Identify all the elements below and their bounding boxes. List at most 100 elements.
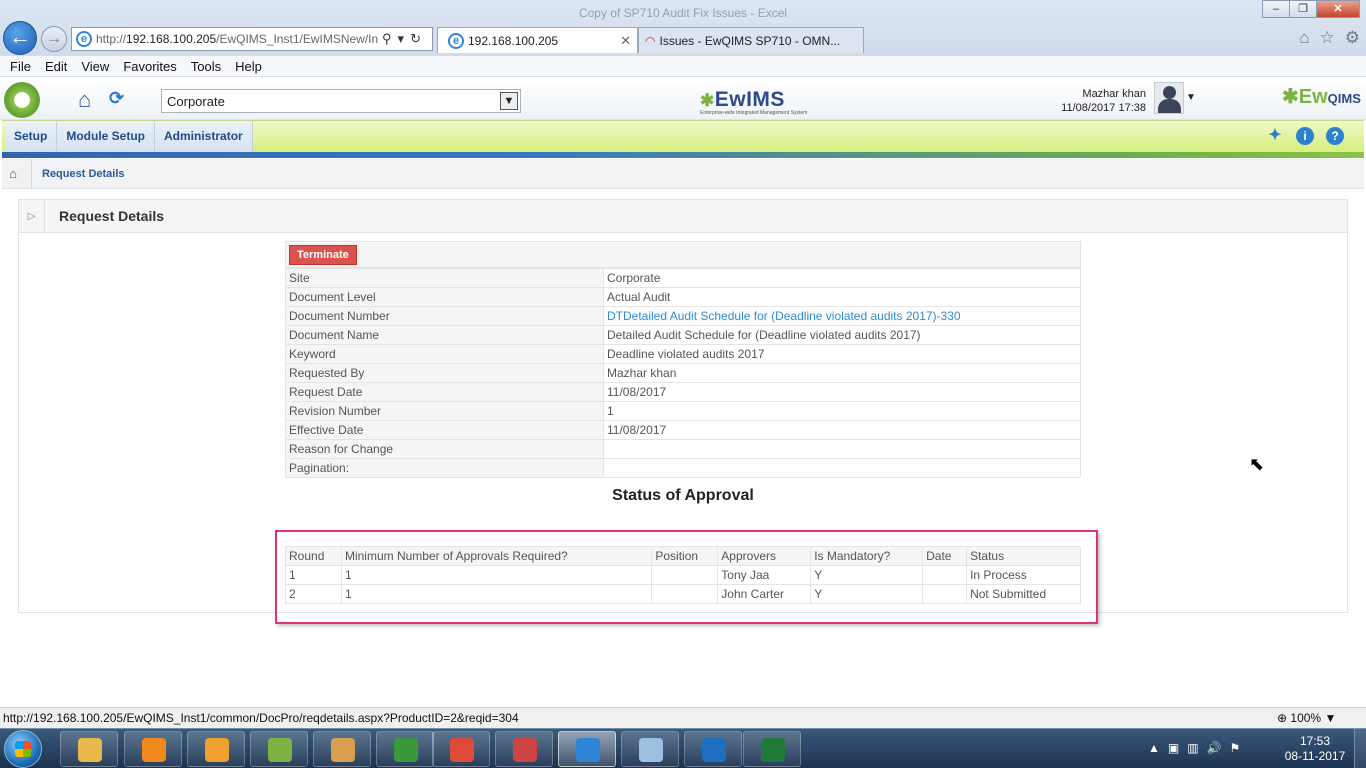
nav-administrator[interactable]: Administrator xyxy=(155,122,253,152)
approval-cell: Y xyxy=(810,584,924,604)
taskbar-app[interactable] xyxy=(495,731,553,767)
approvals-column-header: Position xyxy=(651,546,719,566)
media-player-icon xyxy=(205,738,229,762)
mouse-cursor-icon: ⬉ xyxy=(1249,454,1265,474)
taskbar-app[interactable] xyxy=(60,731,118,767)
nav-items: Setup Module Setup Administrator xyxy=(5,122,253,152)
taskbar-app[interactable] xyxy=(684,731,742,767)
document-number-link[interactable]: DTDetailed Audit Schedule for (Deadline … xyxy=(607,309,961,323)
approval-cell xyxy=(651,565,719,585)
approval-cell xyxy=(651,584,719,604)
breadcrumb-current[interactable]: Request Details xyxy=(42,168,125,180)
taskbar-app[interactable] xyxy=(313,731,371,767)
taskbar-app[interactable] xyxy=(376,731,434,767)
detail-label: Request Date xyxy=(285,382,604,402)
menu-tools[interactable]: Tools xyxy=(191,59,221,74)
approval-cell: 1 xyxy=(340,584,653,604)
start-button[interactable] xyxy=(4,730,42,768)
detail-value[interactable]: DTDetailed Audit Schedule for (Deadline … xyxy=(603,306,1081,326)
leaf-icon: ✱ xyxy=(1282,86,1299,108)
menu-favorites[interactable]: Favorites xyxy=(123,59,176,74)
taskbar-app[interactable] xyxy=(432,731,490,767)
approvals-column-header: Approvers xyxy=(717,546,812,566)
zoom-control[interactable]: ⊕ 100% ▼ xyxy=(1277,711,1336,725)
address-url[interactable]: http://192.168.100.205/EwQIMS_Inst1/EwIM… xyxy=(96,32,378,46)
app-logo-icon[interactable] xyxy=(4,82,40,118)
clock-time: 17:53 xyxy=(1299,734,1331,748)
favorites-star-icon[interactable]: ☆ xyxy=(1320,28,1335,48)
taskbar-clock[interactable]: 17:53 08-11-2017 xyxy=(1282,734,1348,764)
windows-logo-icon xyxy=(15,741,31,757)
avatar-head xyxy=(1163,86,1176,99)
main-nav: Setup Module Setup Administrator ✦ i ? xyxy=(2,120,1364,152)
site-select-value: Corporate xyxy=(167,93,225,109)
terminate-button[interactable]: Terminate xyxy=(289,245,357,265)
nav-setup[interactable]: Setup xyxy=(5,122,58,152)
panel-header: ▷ Request Details xyxy=(19,199,1347,233)
refresh-icon[interactable]: ↻ xyxy=(410,31,421,47)
detail-row: Pagination: xyxy=(285,458,1081,478)
taskbar-app[interactable] xyxy=(124,731,182,767)
taskbar-app[interactable] xyxy=(558,731,616,767)
address-bar-actions: ⚲ ▾ ↻ xyxy=(382,31,421,47)
address-bar[interactable]: e http://192.168.100.205/EwQIMS_Inst1/Ew… xyxy=(71,27,433,51)
user-menu-caret-icon[interactable]: ▼ xyxy=(1186,92,1196,103)
taskbar-app[interactable] xyxy=(743,731,801,767)
excel-icon xyxy=(761,738,785,762)
omnitracker-icon: ◠ xyxy=(645,33,656,48)
approval-cell xyxy=(922,565,968,585)
close-window-button[interactable]: ✕ xyxy=(1316,0,1360,18)
detail-label: Effective Date xyxy=(285,420,604,440)
vlc-icon xyxy=(142,738,166,762)
expand-toggle-icon[interactable]: ▷ xyxy=(19,199,45,233)
chevron-down-icon[interactable]: ▼ xyxy=(500,92,518,110)
url-scheme: http:// xyxy=(96,32,127,46)
nav-module-setup[interactable]: Module Setup xyxy=(57,122,156,152)
approvals-header-row: Round Minimum Number of Approvals Require… xyxy=(285,546,1081,566)
action-center-flag-icon[interactable]: ⚑ xyxy=(1230,741,1241,755)
network-icon[interactable]: ▥ xyxy=(1187,741,1198,755)
detail-row: Request Date 11/08/2017 xyxy=(285,382,1081,402)
taskbar-app[interactable] xyxy=(187,731,245,767)
home-icon[interactable]: ⌂ xyxy=(2,166,24,181)
detail-value: Corporate xyxy=(603,268,1081,288)
browser-toolbar-right: ⌂ ☆ ⚙ xyxy=(1299,28,1360,48)
forward-button[interactable]: → xyxy=(41,26,67,52)
back-button[interactable]: ← xyxy=(3,21,37,55)
show-desktop-button[interactable] xyxy=(1354,729,1366,768)
volume-icon[interactable]: 🔊 xyxy=(1207,741,1222,755)
help-icon[interactable]: ? xyxy=(1326,127,1344,145)
menu-bar: File Edit View Favorites Tools Help xyxy=(0,56,1366,77)
menu-help[interactable]: Help xyxy=(235,59,262,74)
menu-file[interactable]: File xyxy=(10,59,31,74)
breadcrumb: ⌂ Request Details xyxy=(2,158,1364,189)
info-icon[interactable]: i xyxy=(1296,127,1314,145)
close-tab-icon[interactable]: ✕ xyxy=(620,33,631,49)
detail-label: Document Name xyxy=(285,325,604,345)
detail-row: Document Number DTDetailed Audit Schedule… xyxy=(285,306,1081,326)
taskbar-app[interactable] xyxy=(621,731,679,767)
tab-active[interactable]: e 192.168.100.205 ✕ xyxy=(437,27,638,53)
home-icon[interactable]: ⌂ xyxy=(1299,28,1309,48)
refresh-icon[interactable]: ⟳ xyxy=(109,88,124,109)
approval-row: 2 1 John Carter Y Not Submitted xyxy=(285,584,1081,604)
home-icon[interactable]: ⌂ xyxy=(78,87,91,113)
search-icon[interactable]: ⚲ xyxy=(382,31,392,47)
site-select[interactable]: Corporate ▼ xyxy=(161,89,521,113)
taskbar-app[interactable] xyxy=(250,731,308,767)
tray-expand-icon[interactable]: ▲ xyxy=(1148,741,1160,755)
menu-edit[interactable]: Edit xyxy=(45,59,67,74)
chrome-icon xyxy=(450,738,474,762)
avatar[interactable] xyxy=(1154,82,1184,114)
pin-icon[interactable]: ✦ xyxy=(1266,127,1284,145)
tab-label: 192.168.100.205 xyxy=(468,33,559,48)
tab-issues[interactable]: ◠ Issues - EwQIMS SP710 - OMN... xyxy=(638,27,864,53)
minimize-button[interactable]: – xyxy=(1262,0,1290,18)
detail-value: Deadline violated audits 2017 xyxy=(603,344,1081,364)
tray-app-icon[interactable]: ▣ xyxy=(1168,741,1179,755)
approval-cell: 1 xyxy=(285,565,342,585)
dropdown-caret-icon[interactable]: ▾ xyxy=(398,31,405,47)
menu-view[interactable]: View xyxy=(81,59,109,74)
settings-gear-icon[interactable]: ⚙ xyxy=(1345,28,1360,48)
maximize-button[interactable]: ❐ xyxy=(1289,0,1317,18)
